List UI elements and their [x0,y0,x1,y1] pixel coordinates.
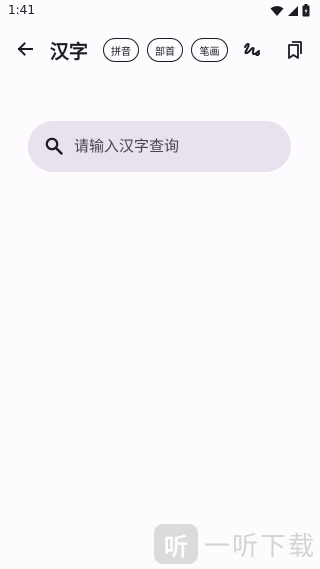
battery-icon [302,4,310,17]
app-bar: 汉字 拼音 部首 笔画 [0,26,320,74]
search-bar[interactable] [28,121,291,172]
wifi-icon [270,5,284,16]
watermark: 听 一听下载 [154,524,316,564]
search-icon [45,137,63,155]
signal-icon [288,5,298,16]
watermark-logo: 听 [154,524,198,564]
page-title: 汉字 [50,41,89,63]
bookmarks-button[interactable] [283,38,307,62]
watermark-text: 一听下载 [204,531,317,562]
bihua-chip[interactable]: 笔画 [191,38,228,62]
pinyin-chip[interactable]: 拼音 [103,38,139,62]
status-icons [270,4,310,17]
status-time: 1:41 [8,3,35,17]
gesture-icon [244,43,260,57]
bushou-chip[interactable]: 部首 [147,38,183,62]
bookmarks-icon [288,41,302,59]
search-input[interactable] [74,132,274,160]
handwriting-button[interactable] [240,38,264,62]
back-button[interactable] [12,36,38,62]
arrow-back-icon [17,42,33,56]
status-bar: 1:41 [0,0,320,24]
